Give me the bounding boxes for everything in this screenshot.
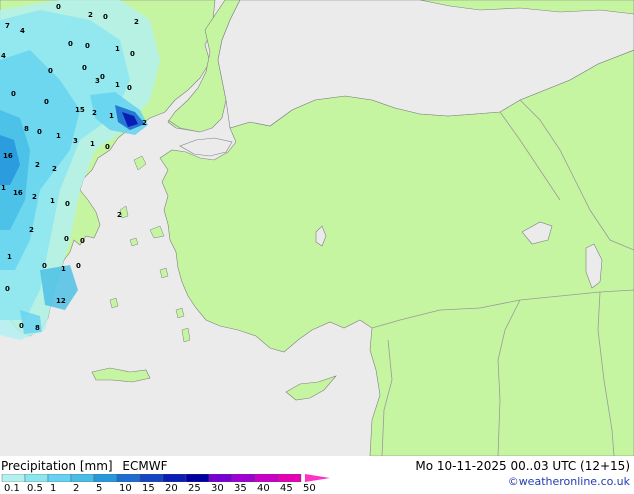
scale-cell [24,474,49,482]
scale-cell [208,474,233,482]
map-value: 0 [37,128,42,136]
scale-cell [1,474,26,482]
map-value: 0 [5,285,10,293]
scale-cell [277,474,302,482]
map-value: 4 [20,27,25,35]
scale-tick-label: 25 [188,483,201,494]
scale-tick-label: 20 [165,483,178,494]
map-value: 2 [29,226,34,234]
scale-tick-label: 5 [96,483,103,494]
map-value: 0 [85,42,90,50]
map-value: 4 [1,52,6,60]
map-value: 0 [127,84,132,92]
map-value: 1 [56,132,61,140]
map-value: 2 [142,119,147,127]
map-value: 2 [35,161,40,169]
map-value: 0 [68,40,73,48]
product-title: Precipitation [mm] ECMWF [1,459,167,473]
map-value: 16 [3,152,13,160]
map-value: 0 [103,13,108,21]
scale-tick-label: 10 [119,483,132,494]
scale-tick-label: 30 [211,483,224,494]
map-value: 2 [32,193,37,201]
precipitation-map: 0 2 0 2 7 4 0 0 1 0 4 0 0 0 3 0 1 0 15 2… [0,0,634,456]
map-value: 1 [115,81,120,89]
valid-time: Mo 10-11-2025 00..03 UTC (12+15) [415,459,630,473]
scale-tick-label: 0.1 [4,483,20,494]
scale-cell [139,474,164,482]
map-value: 12 [56,297,66,305]
scale-cell [70,474,95,482]
map-value: 2 [88,11,93,19]
map-value: 1 [61,265,66,273]
map-value: 0 [48,67,53,75]
map-value: 8 [35,324,40,332]
map-value: 0 [42,262,47,270]
scale-cell [93,474,118,482]
map-value: 0 [80,237,85,245]
map-value: 2 [134,18,139,26]
scale-cell [231,474,256,482]
scale-tick-label: 45 [280,483,293,494]
map-value: 1 [90,140,95,148]
map-value: 0 [76,262,81,270]
map-value: 0 [105,143,110,151]
scale-cell [47,474,72,482]
map-value: 0 [64,235,69,243]
map-value: 15 [75,106,85,114]
map-value: 1 [50,197,55,205]
map-value: 0 [100,73,105,81]
color-scale [1,474,330,482]
map-value: 7 [5,22,10,30]
scale-cell [116,474,141,482]
map-value: 1 [115,45,120,53]
scale-tick-label: 0.5 [27,483,43,494]
map-value: 0 [11,90,16,98]
credit-link[interactable]: ©weatheronline.co.uk [508,475,630,489]
map-value: 2 [117,211,122,219]
scale-arrow [305,474,330,482]
scale-cell [185,474,210,482]
scale-cell [254,474,279,482]
title-text: Precipitation [mm] [1,459,113,473]
map-value: 2 [92,109,97,117]
map-value: 0 [130,50,135,58]
map-value: 2 [52,165,57,173]
map-value: 3 [73,137,78,145]
map-value: 0 [65,200,70,208]
map-value: 1 [7,253,12,261]
map-value: 3 [95,77,100,85]
scale-tick-label: 35 [234,483,247,494]
map-value: 16 [13,189,23,197]
map-value: 0 [44,98,49,106]
scale-tick-label: 15 [142,483,155,494]
map-value: 1 [1,184,6,192]
model-name: ECMWF [122,459,168,473]
map-value: 0 [19,322,24,330]
scale-cell [162,474,187,482]
map-value: 0 [56,3,61,11]
map-value: 8 [24,125,29,133]
map-value: 0 [82,64,87,72]
scale-tick-label: 1 [50,483,57,494]
scale-tick-label: 2 [73,483,80,494]
scale-tick-label: 50 [303,483,316,494]
map-value: 1 [109,112,114,120]
legend-bar: Precipitation [mm] ECMWF Mo 10-11-2025 0… [0,456,634,494]
scale-tick-label: 40 [257,483,270,494]
